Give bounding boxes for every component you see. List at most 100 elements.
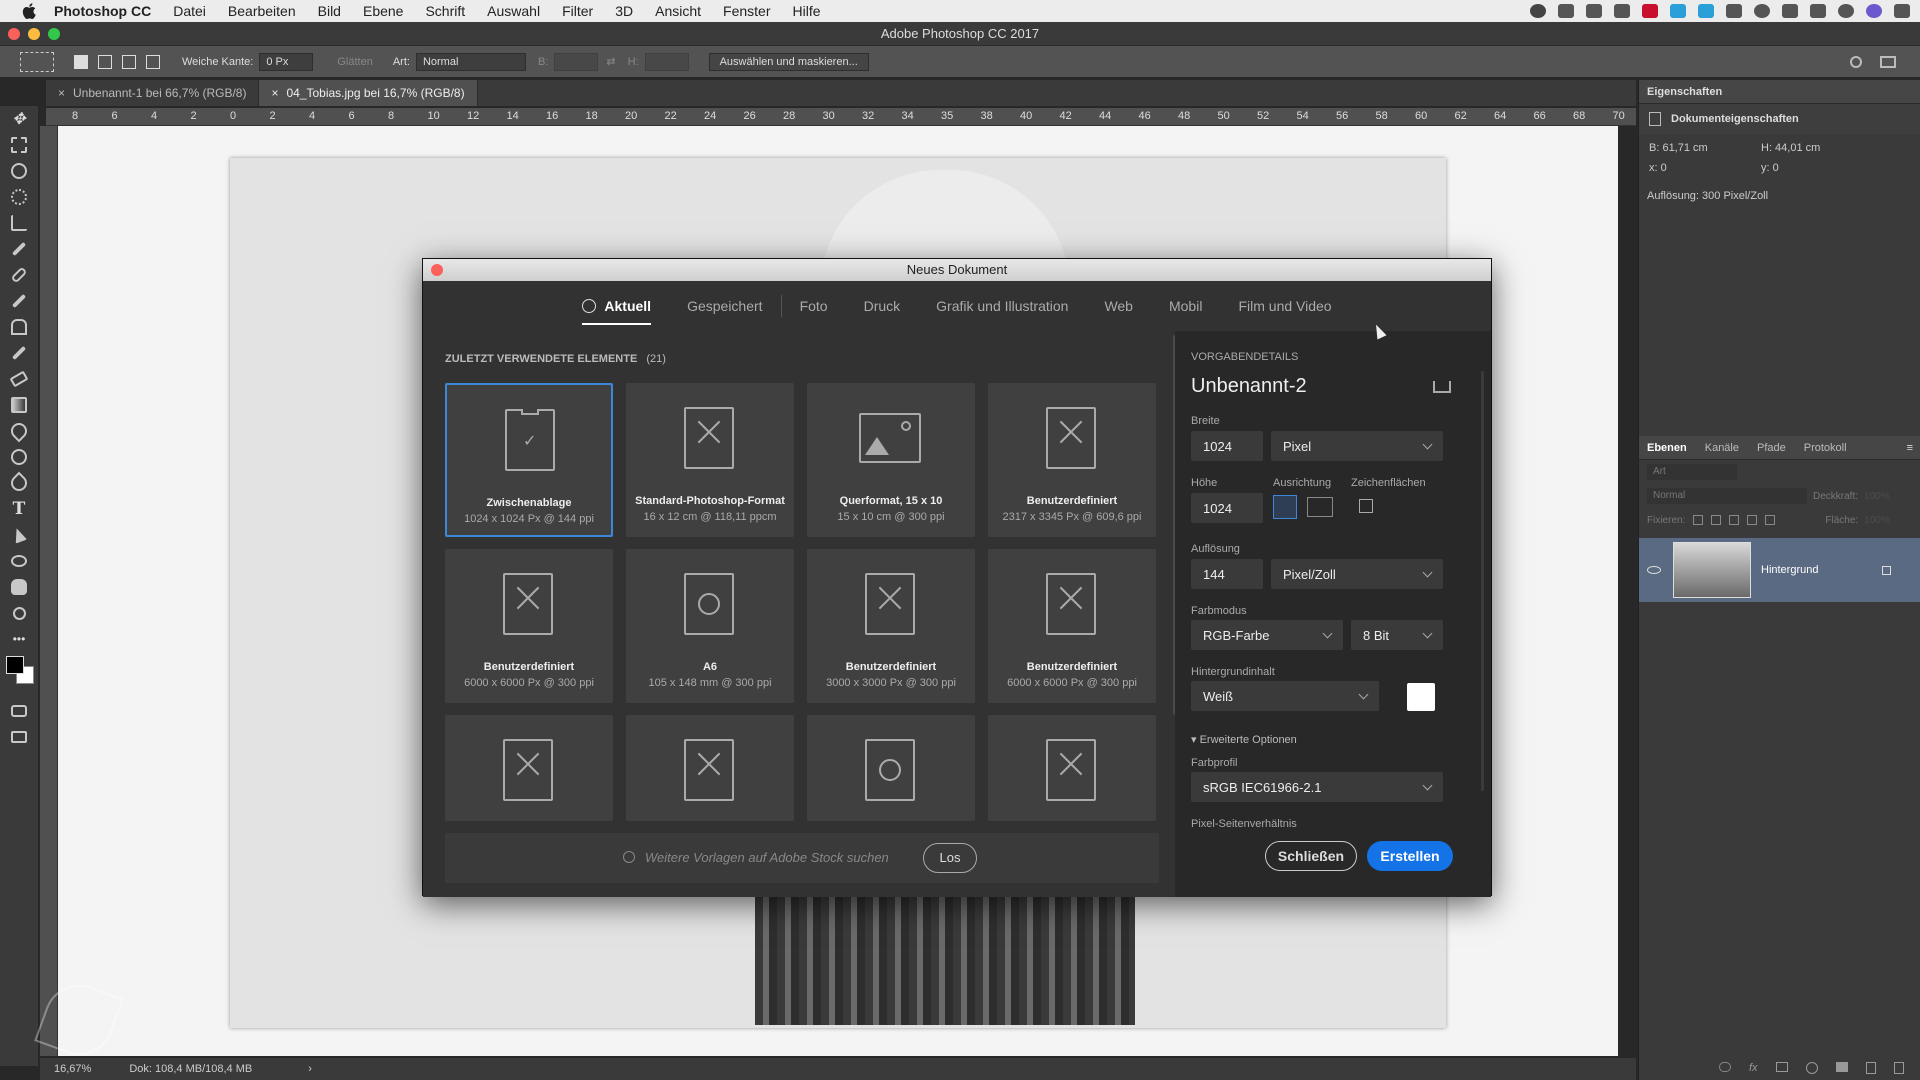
tab-kanaele[interactable]: Kanäle [1705, 442, 1739, 454]
opacity-value[interactable]: 100% [1864, 491, 1890, 502]
details-scrollbar[interactable] [1481, 371, 1484, 791]
marquee-tool-preset-icon[interactable] [20, 51, 54, 72]
menu-auswahl[interactable]: Auswahl [487, 3, 540, 19]
width-input[interactable] [554, 52, 599, 71]
tab-pfade[interactable]: Pfade [1757, 442, 1786, 454]
bluetooth-icon[interactable] [1782, 4, 1798, 18]
history-brush-tool[interactable] [0, 340, 38, 366]
tab-mobil[interactable]: Mobil [1169, 281, 1202, 331]
crop-tool[interactable] [0, 210, 38, 236]
tab-unbenannt-1[interactable]: × Unbenannt-1 bei 66,7% (RGB/8) [46, 80, 260, 106]
menu-schrift[interactable]: Schrift [425, 3, 465, 19]
menu-hilfe[interactable]: Hilfe [793, 3, 821, 19]
move-tool[interactable]: ✥ [0, 106, 38, 132]
lock-pixels-icon[interactable] [1711, 515, 1722, 525]
tab-aktuell[interactable]: Aktuell [582, 281, 651, 331]
close-button[interactable]: Schließen [1265, 841, 1357, 871]
tab-web[interactable]: Web [1104, 281, 1133, 331]
doc-y-value[interactable]: y: 0 [1761, 162, 1779, 174]
tab-ebenen[interactable]: Ebenen [1647, 442, 1687, 454]
app-tray-icon[interactable] [1614, 4, 1630, 18]
layer-filter-select[interactable]: Art [1647, 464, 1737, 480]
type-tool[interactable]: T [0, 496, 38, 522]
add-selection-icon[interactable] [98, 54, 112, 69]
ellipse-tool[interactable] [0, 548, 38, 574]
chevron-right-icon[interactable]: › [308, 1063, 312, 1075]
preset-card[interactable] [445, 715, 613, 821]
new-selection-icon[interactable] [74, 54, 88, 69]
width-input[interactable]: 1024 [1191, 431, 1263, 461]
siri-icon[interactable] [1866, 4, 1882, 18]
preset-card[interactable]: Querformat, 15 x 10 15 x 10 cm @ 300 ppi [807, 383, 975, 537]
color-profile-select[interactable]: sRGB IEC61966-2.1 [1191, 772, 1443, 802]
preset-card[interactable]: A6 105 x 148 mm @ 300 ppi [626, 549, 794, 703]
lock-artboard-icon[interactable] [1747, 515, 1758, 525]
menu-photoshop[interactable]: Photoshop CC [54, 3, 151, 19]
menu-bild[interactable]: Bild [318, 3, 341, 19]
properties-panel-title[interactable]: Eigenschaften [1647, 86, 1722, 98]
background-select[interactable]: Weiß [1191, 681, 1379, 711]
healing-brush-tool[interactable] [0, 262, 38, 288]
preset-card[interactable] [988, 715, 1156, 821]
tab-foto[interactable]: Foto [800, 281, 828, 331]
zoom-level[interactable]: 16,67% [54, 1063, 91, 1075]
pen-tool[interactable] [0, 470, 38, 496]
swap-icon[interactable]: ⇄ [606, 55, 615, 68]
preset-card[interactable]: ✓ Zwischenablage 1024 x 1024 Px @ 144 ppi [445, 383, 613, 537]
color-mode-select[interactable]: RGB-Farbe [1191, 620, 1343, 650]
preset-card[interactable] [626, 715, 794, 821]
layer-name[interactable]: Hintergrund [1761, 564, 1818, 576]
wifi-icon[interactable] [1810, 4, 1826, 18]
tab-film[interactable]: Film und Video [1238, 281, 1331, 331]
preset-card[interactable]: Benutzerdefiniert 3000 x 3000 Px @ 300 pp… [807, 549, 975, 703]
marquee-tool[interactable] [0, 132, 38, 158]
resolution-input[interactable]: 144 [1191, 559, 1263, 589]
workspace-icon[interactable] [1880, 55, 1896, 68]
tab-04-tobias[interactable]: × 04_Tobias.jpg bei 16,7% (RGB/8) [259, 80, 478, 106]
menu-ansicht[interactable]: Ansicht [655, 3, 701, 19]
background-color-swatch[interactable] [1407, 683, 1435, 711]
bit-depth-select[interactable]: 8 Bit [1351, 620, 1443, 650]
menu-fenster[interactable]: Fenster [723, 3, 770, 19]
resolution-unit-select[interactable]: Pixel/Zoll [1271, 559, 1443, 589]
display-icon[interactable] [1726, 4, 1742, 18]
zoom-tool[interactable] [0, 600, 38, 626]
document-name-field[interactable]: Unbenannt-2 [1191, 375, 1307, 398]
dodge-tool[interactable] [0, 444, 38, 470]
adjustment-layer-icon[interactable] [1805, 1062, 1818, 1074]
screen-mode-button[interactable] [0, 724, 38, 750]
eyedropper-tool[interactable] [0, 236, 38, 262]
app-tray-icon[interactable] [1558, 4, 1574, 18]
zoom-window-button[interactable] [48, 28, 60, 40]
feather-input[interactable]: 0 Px [259, 52, 314, 71]
foreground-color-swatch[interactable] [6, 656, 24, 674]
lock-transparency-icon[interactable] [1693, 515, 1704, 525]
tab-grafik[interactable]: Grafik und Illustration [936, 281, 1068, 331]
new-group-icon[interactable] [1835, 1062, 1848, 1072]
path-selection-tool[interactable] [0, 522, 38, 548]
time-machine-icon[interactable] [1754, 4, 1770, 18]
blend-mode-select[interactable]: Normal [1647, 488, 1807, 504]
minimize-window-button[interactable] [28, 28, 40, 40]
visibility-eye-icon[interactable] [1647, 566, 1661, 574]
artboards-checkbox[interactable] [1359, 499, 1373, 513]
search-go-button[interactable]: Los [923, 843, 977, 873]
record-icon[interactable] [1530, 4, 1546, 18]
lock-all-icon[interactable] [1765, 515, 1776, 525]
menu-filter[interactable]: Filter [562, 3, 593, 19]
layer-row-hintergrund[interactable]: Hintergrund [1639, 538, 1920, 602]
create-button[interactable]: Erstellen [1367, 841, 1453, 871]
tab-druck[interactable]: Druck [864, 281, 901, 331]
eraser-tool[interactable] [0, 366, 38, 392]
fill-value[interactable]: 100% [1864, 515, 1890, 526]
blur-tool[interactable] [0, 418, 38, 444]
preset-card[interactable]: Benutzerdefiniert 6000 x 6000 Px @ 300 pp… [445, 549, 613, 703]
spotlight-search-icon[interactable] [1838, 4, 1854, 18]
menu-3d[interactable]: 3D [615, 3, 633, 19]
adobe-icon[interactable] [1642, 4, 1658, 18]
close-tab-icon[interactable]: × [58, 86, 65, 100]
lock-position-icon[interactable] [1729, 515, 1740, 525]
close-tab-icon[interactable]: × [271, 86, 278, 100]
menu-bearbeiten[interactable]: Bearbeiten [228, 3, 296, 19]
doc-x-value[interactable]: x: 0 [1649, 162, 1667, 174]
